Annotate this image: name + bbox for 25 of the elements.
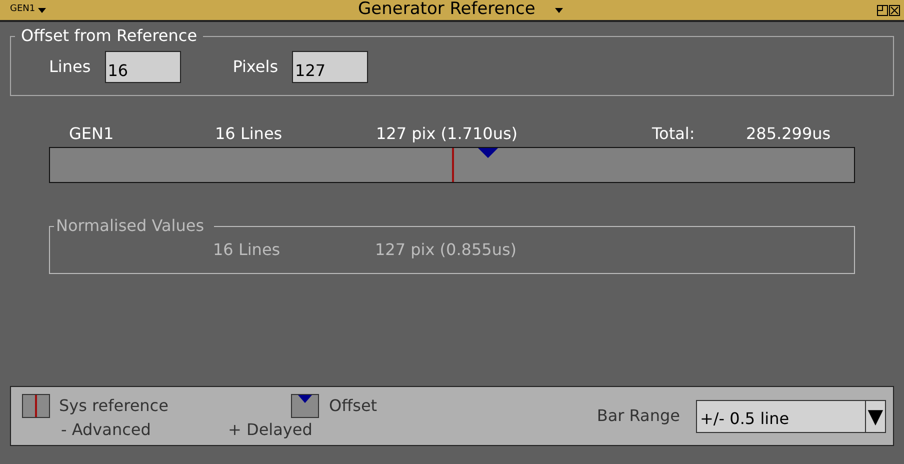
field-label: Lines	[49, 56, 91, 78]
caret-icon	[38, 8, 46, 12]
generator-name: GEN1	[69, 123, 115, 142]
pixels-value: 127 pix (0.855us)	[375, 239, 517, 261]
window-title: Generator Reference	[358, 0, 536, 22]
window-menu[interactable]: GEN1	[10, 3, 358, 17]
input-field[interactable]: 127	[292, 51, 368, 83]
legend-note: + Delayed	[228, 419, 312, 441]
lines-value: 16 Lines	[215, 123, 284, 142]
total-label: Total:	[652, 123, 696, 142]
bar-range-dropdown[interactable]: +/- 0.5 line ▼	[696, 400, 886, 432]
total-value: 285.299us	[746, 123, 831, 142]
close-icon[interactable]	[889, 4, 900, 16]
maximize-icon[interactable]	[877, 4, 888, 16]
legend-label: Offset	[329, 395, 378, 417]
offset-swatch-icon	[291, 394, 319, 418]
caret-icon	[555, 8, 564, 12]
reference-swatch-icon	[22, 394, 50, 418]
pixels-value: 127 pix (1.710us)	[376, 123, 519, 142]
input-field[interactable]: 16	[104, 51, 181, 83]
lines-value: 16 Lines	[213, 239, 282, 261]
legend-note: - Advanced	[61, 419, 152, 441]
field-label: Pixels	[232, 56, 278, 78]
legend-label: Sys reference	[59, 395, 170, 417]
bar-range-label: Bar Range	[596, 405, 680, 427]
